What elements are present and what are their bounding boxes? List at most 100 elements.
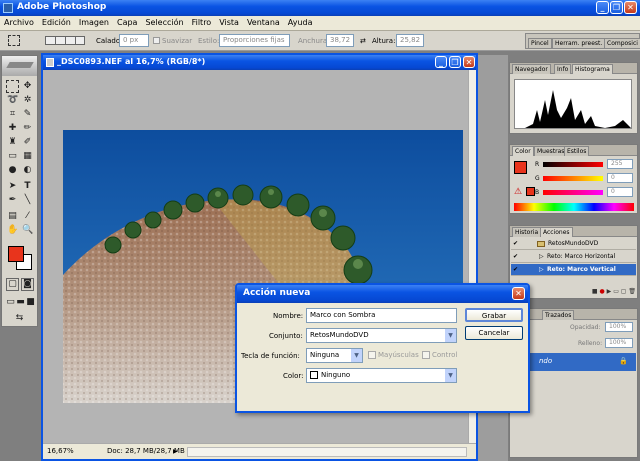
b-value[interactable]: 0 <box>607 187 633 197</box>
tab-muestras[interactable]: Muestras <box>534 146 568 156</box>
tab-trazados[interactable]: Trazados <box>542 310 575 320</box>
control-checkbox[interactable] <box>422 351 430 359</box>
move-tool-icon[interactable]: ✥ <box>21 80 34 93</box>
check-icon[interactable]: ✔ <box>513 264 518 275</box>
menu-ayuda[interactable]: Ayuda <box>284 16 317 30</box>
expand-arrow-icon[interactable]: ▷ <box>539 251 544 262</box>
doc-maximize-button[interactable]: ❐ <box>449 56 461 68</box>
trash-icon[interactable]: 🗑 <box>628 288 636 295</box>
maximize-button[interactable]: ❐ <box>610 1 623 14</box>
healing-brush-icon[interactable]: ✚ <box>6 122 19 135</box>
menu-seleccion[interactable]: Selección <box>141 16 187 30</box>
tab-info[interactable]: Info <box>554 64 572 74</box>
new-action-icon[interactable]: ▢ <box>621 288 627 295</box>
tab-estilos[interactable]: Estilos <box>564 146 590 156</box>
foreground-color-swatch[interactable] <box>8 246 24 262</box>
tab-composici[interactable]: Composici <box>604 38 640 48</box>
blur-tool-icon[interactable]: ● <box>6 164 19 177</box>
path-select-icon[interactable]: ➤ <box>6 180 19 193</box>
pen-tool-icon[interactable]: ✒ <box>6 194 19 207</box>
lasso-tool-icon[interactable]: ➰ <box>6 94 19 107</box>
marquee-tool-icon[interactable] <box>6 80 19 93</box>
imageready-icon[interactable]: ⇆ <box>13 312 26 325</box>
conjunto-select[interactable]: RetosMundoDVD <box>306 328 457 343</box>
quickmask-mode-icon[interactable]: ◙ <box>21 278 34 291</box>
doc-close-button[interactable]: ✕ <box>463 56 475 68</box>
tecla-dropdown-icon[interactable]: ▼ <box>351 349 362 362</box>
expand-arrow-icon[interactable]: ▷ <box>539 264 544 275</box>
dodge-tool-icon[interactable]: ◐ <box>21 164 34 177</box>
calado-input[interactable]: 0 px <box>119 34 149 47</box>
menu-imagen[interactable]: Imagen <box>75 16 113 30</box>
tab-pincel[interactable]: Pincel <box>528 38 552 48</box>
hand-tool-icon[interactable]: ✋ <box>6 224 19 237</box>
color-dropdown-icon[interactable]: ▼ <box>445 369 456 382</box>
dialog-close-button[interactable]: ✕ <box>512 287 525 300</box>
action-set-row[interactable]: ✔ RetosMundoDVD <box>511 238 636 250</box>
minimize-button[interactable]: _ <box>596 1 609 14</box>
tab-navegador[interactable]: Navegador <box>512 64 551 74</box>
menu-vista[interactable]: Vista <box>215 16 243 30</box>
selection-mode-icons[interactable] <box>45 36 85 45</box>
tab-historia[interactable]: Historia <box>512 227 542 237</box>
history-brush-icon[interactable]: ✐ <box>21 136 34 149</box>
tab-acciones[interactable]: Acciones <box>540 227 573 237</box>
anchura-input[interactable]: 38,72 <box>326 34 354 47</box>
eraser-tool-icon[interactable]: ▭ <box>6 150 19 163</box>
slice-tool-icon[interactable]: ✎ <box>21 108 34 121</box>
tab-histograma[interactable]: Histograma <box>572 64 613 74</box>
type-tool-icon[interactable]: T <box>21 180 34 193</box>
b-slider[interactable] <box>543 190 603 195</box>
gradient-tool-icon[interactable]: ▦ <box>21 150 34 163</box>
menu-ventana[interactable]: Ventana <box>243 16 284 30</box>
check-icon[interactable]: ✔ <box>513 251 518 262</box>
close-button[interactable]: ✕ <box>624 1 637 14</box>
menu-capa[interactable]: Capa <box>113 16 141 30</box>
brush-tool-icon[interactable]: ✏ <box>21 122 34 135</box>
tab-herram-preest[interactable]: Herram. preest. <box>552 38 606 48</box>
g-slider[interactable] <box>543 176 603 181</box>
r-value[interactable]: 255 <box>607 159 633 169</box>
tab-color[interactable]: Color <box>512 146 534 156</box>
menu-filtro[interactable]: Filtro <box>188 16 216 30</box>
mayusculas-checkbox[interactable] <box>368 351 376 359</box>
color-bg-swatch[interactable] <box>526 187 535 196</box>
r-slider[interactable] <box>543 162 603 167</box>
color-fg-swatch[interactable] <box>514 161 527 174</box>
g-value[interactable]: 0 <box>607 173 633 183</box>
zoom-level[interactable]: 16,67% <box>47 447 74 455</box>
altura-input[interactable]: 25,82 <box>396 34 424 47</box>
stop-icon[interactable]: ■ <box>592 288 598 295</box>
status-arrow-icon[interactable]: ▶ <box>173 448 178 455</box>
action-row[interactable]: ✔ ▷ Reto: Marco Horizontal <box>511 251 636 263</box>
magic-wand-icon[interactable]: ✲ <box>21 94 34 107</box>
opacity-input[interactable]: 100% <box>605 322 633 332</box>
record-icon[interactable]: ● <box>599 288 604 295</box>
play-icon[interactable]: ▶ <box>607 288 612 295</box>
crop-tool-icon[interactable]: ⌗ <box>6 108 19 121</box>
eyedropper-icon[interactable]: ⁄ <box>21 210 34 223</box>
nombre-input[interactable]: Marco con Sombra <box>306 308 457 323</box>
standard-mode-icon[interactable]: ▢ <box>6 278 19 291</box>
notes-tool-icon[interactable]: ▤ <box>6 210 19 223</box>
new-set-icon[interactable]: ▭ <box>613 288 619 295</box>
zoom-tool-icon[interactable]: 🔍 <box>21 224 34 237</box>
menu-archivo[interactable]: Archivo <box>0 16 38 30</box>
stamp-tool-icon[interactable]: ♜ <box>6 136 19 149</box>
doc-minimize-button[interactable]: _ <box>435 56 447 68</box>
fill-input[interactable]: 100% <box>605 338 633 348</box>
marquee-tool-icon[interactable] <box>8 35 20 46</box>
menu-edicion[interactable]: Edición <box>38 16 75 30</box>
action-row-selected[interactable]: ✔ ▷ Reto: Marco Vertical <box>511 264 636 276</box>
horizontal-scrollbar[interactable] <box>187 447 467 457</box>
conjunto-dropdown-icon[interactable]: ▼ <box>445 329 456 342</box>
cancelar-button[interactable]: Cancelar <box>465 326 523 340</box>
shape-tool-icon[interactable]: ╲ <box>21 194 34 207</box>
grabar-button[interactable]: Grabar <box>465 308 523 322</box>
estilo-select[interactable]: Proporciones fijas <box>219 34 290 47</box>
swap-icon[interactable]: ⇄ <box>360 36 366 46</box>
suavizar-checkbox[interactable] <box>153 37 160 44</box>
screen-mode-3-icon[interactable]: ■ <box>24 296 37 309</box>
color-ramp[interactable] <box>514 203 634 211</box>
check-icon[interactable]: ✔ <box>513 238 518 249</box>
